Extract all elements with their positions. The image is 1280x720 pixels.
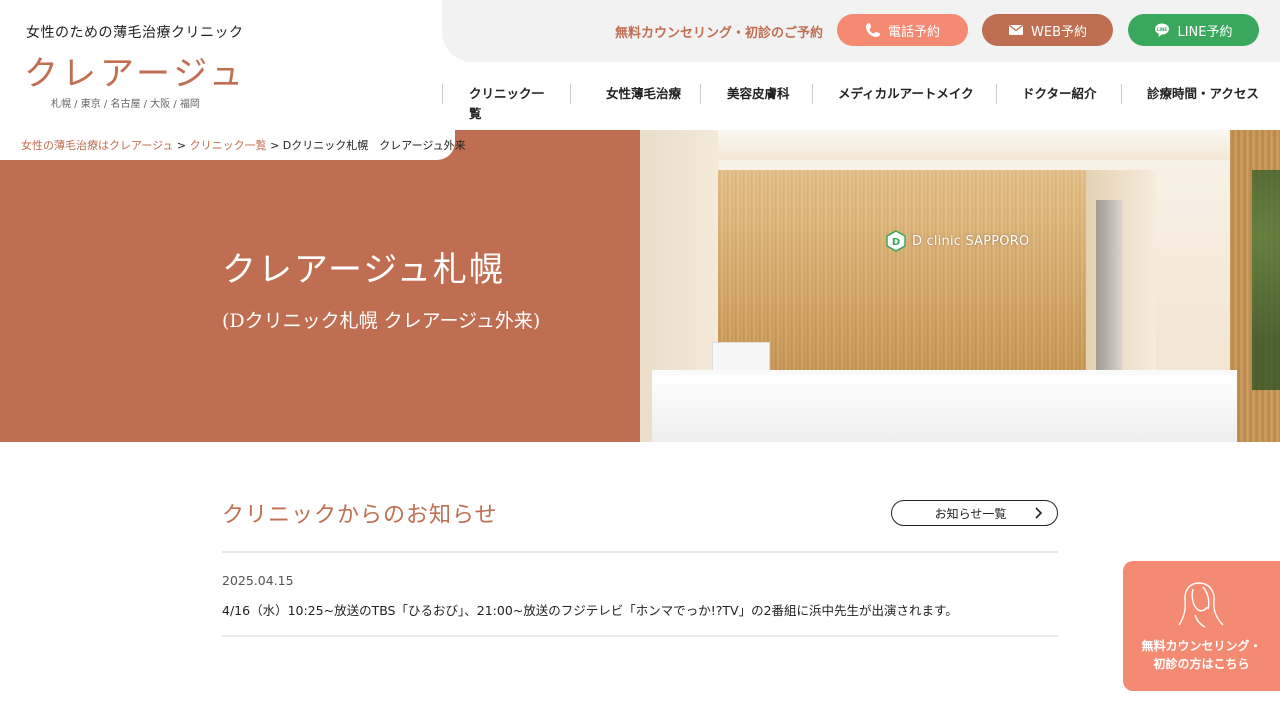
breadcrumb-current: Dクリニック札幌 クレアージュ外来 bbox=[282, 139, 466, 152]
breadcrumb-clinic-list[interactable]: クリニック一覧 bbox=[190, 139, 267, 152]
top-reservation-bar: 無料カウンセリング・初診のご予約 電話予約 WEB予約 LINE LINE予約 bbox=[442, 0, 1280, 62]
clinic-sign-text: D clinic SAPPORO bbox=[912, 233, 1030, 249]
counseling-reservation-text: 無料カウンセリング・初診のご予約 bbox=[615, 26, 824, 41]
nav-item-doctors[interactable]: ドクター紹介 bbox=[996, 84, 1121, 104]
svg-text:D: D bbox=[892, 237, 900, 248]
nav-item-female-hair-loss[interactable]: 女性薄毛治療 bbox=[570, 84, 700, 104]
line-reservation-label: LINE予約 bbox=[1177, 24, 1233, 40]
nav-item-cosmetic-dermatology[interactable]: 美容皮膚科 bbox=[700, 84, 812, 104]
line-reservation-button[interactable]: LINE LINE予約 bbox=[1128, 14, 1259, 46]
photo-reception-counter bbox=[652, 375, 1237, 442]
cta-text-line2: 初診の方はこちら bbox=[1153, 657, 1250, 671]
web-reservation-button[interactable]: WEB予約 bbox=[982, 14, 1113, 46]
logo-tagline: 女性のための薄毛治療クリニック bbox=[26, 25, 244, 41]
news-date: 2025.04.15 bbox=[222, 573, 294, 588]
clinic-sign: D D clinic SAPPORO bbox=[886, 230, 1029, 252]
site-header: 女性のための薄毛治療クリニック クレアージュ 札幌 / 東京 / 名古屋 / 大… bbox=[0, 0, 1280, 130]
logo-cities: 札幌 / 東京 / 名古屋 / 大阪 / 福岡 bbox=[51, 99, 200, 110]
site-logo[interactable]: クレアージュ bbox=[24, 46, 247, 95]
news-item-link[interactable]: 4/16（水）10:25~放送のTBS「ひるおび」、21:00~放送のフジテレビ… bbox=[222, 600, 958, 619]
phone-reservation-label: 電話予約 bbox=[887, 24, 940, 40]
page-title: クレアージュ札幌 bbox=[222, 250, 505, 290]
web-reservation-label: WEB予約 bbox=[1031, 24, 1087, 40]
floating-counseling-cta[interactable]: 無料カウンセリング・ 初診の方はこちら bbox=[1123, 561, 1280, 691]
woman-face-icon bbox=[1178, 582, 1224, 628]
breadcrumb-separator: > bbox=[266, 139, 283, 152]
hero-text-panel: 女性の薄毛治療はクレアージュ > クリニック一覧 > Dクリニック札幌 クレアー… bbox=[0, 130, 640, 442]
breadcrumb-home[interactable]: 女性の薄毛治療はクレアージュ bbox=[21, 139, 173, 152]
news-list-button[interactable]: お知らせ一覧 bbox=[891, 500, 1058, 526]
news-section-title: クリニックからのお知らせ bbox=[222, 503, 498, 528]
news-divider bbox=[222, 551, 1058, 553]
nav-item-hours-access[interactable]: 診療時間・アクセス bbox=[1121, 84, 1280, 104]
breadcrumb-separator: > bbox=[173, 139, 190, 152]
nav-item-medical-art-make[interactable]: メディカルアートメイク bbox=[812, 84, 996, 104]
clinic-reception-photo: D D clinic SAPPORO bbox=[640, 130, 1280, 442]
mail-icon bbox=[1009, 24, 1023, 35]
svg-text:LINE: LINE bbox=[1157, 27, 1167, 32]
page-subtitle: (Dクリニック札幌 クレアージュ外来) bbox=[222, 310, 541, 332]
phone-icon bbox=[865, 23, 880, 37]
photo-plant bbox=[1252, 170, 1280, 390]
news-divider bbox=[222, 635, 1058, 637]
chevron-right-icon bbox=[1035, 507, 1043, 519]
main-nav: クリニック一覧 女性薄毛治療 美容皮膚科 メディカルアートメイク ドクター紹介 … bbox=[442, 84, 1280, 121]
phone-reservation-button[interactable]: 電話予約 bbox=[837, 14, 968, 46]
hero-section: 女性の薄毛治療はクレアージュ > クリニック一覧 > Dクリニック札幌 クレアー… bbox=[0, 130, 1280, 442]
clinic-d-logo-icon: D bbox=[886, 230, 906, 252]
nav-item-clinic-list[interactable]: クリニック一覧 bbox=[442, 84, 570, 121]
breadcrumb: 女性の薄毛治療はクレアージュ > クリニック一覧 > Dクリニック札幌 クレアー… bbox=[0, 130, 466, 160]
news-list-label: お知らせ一覧 bbox=[934, 506, 1007, 521]
photo-wood-panel bbox=[718, 170, 1086, 380]
cta-text-line1: 無料カウンセリング・ bbox=[1141, 639, 1262, 653]
line-icon: LINE bbox=[1155, 23, 1170, 37]
photo-ceiling bbox=[640, 130, 1280, 160]
